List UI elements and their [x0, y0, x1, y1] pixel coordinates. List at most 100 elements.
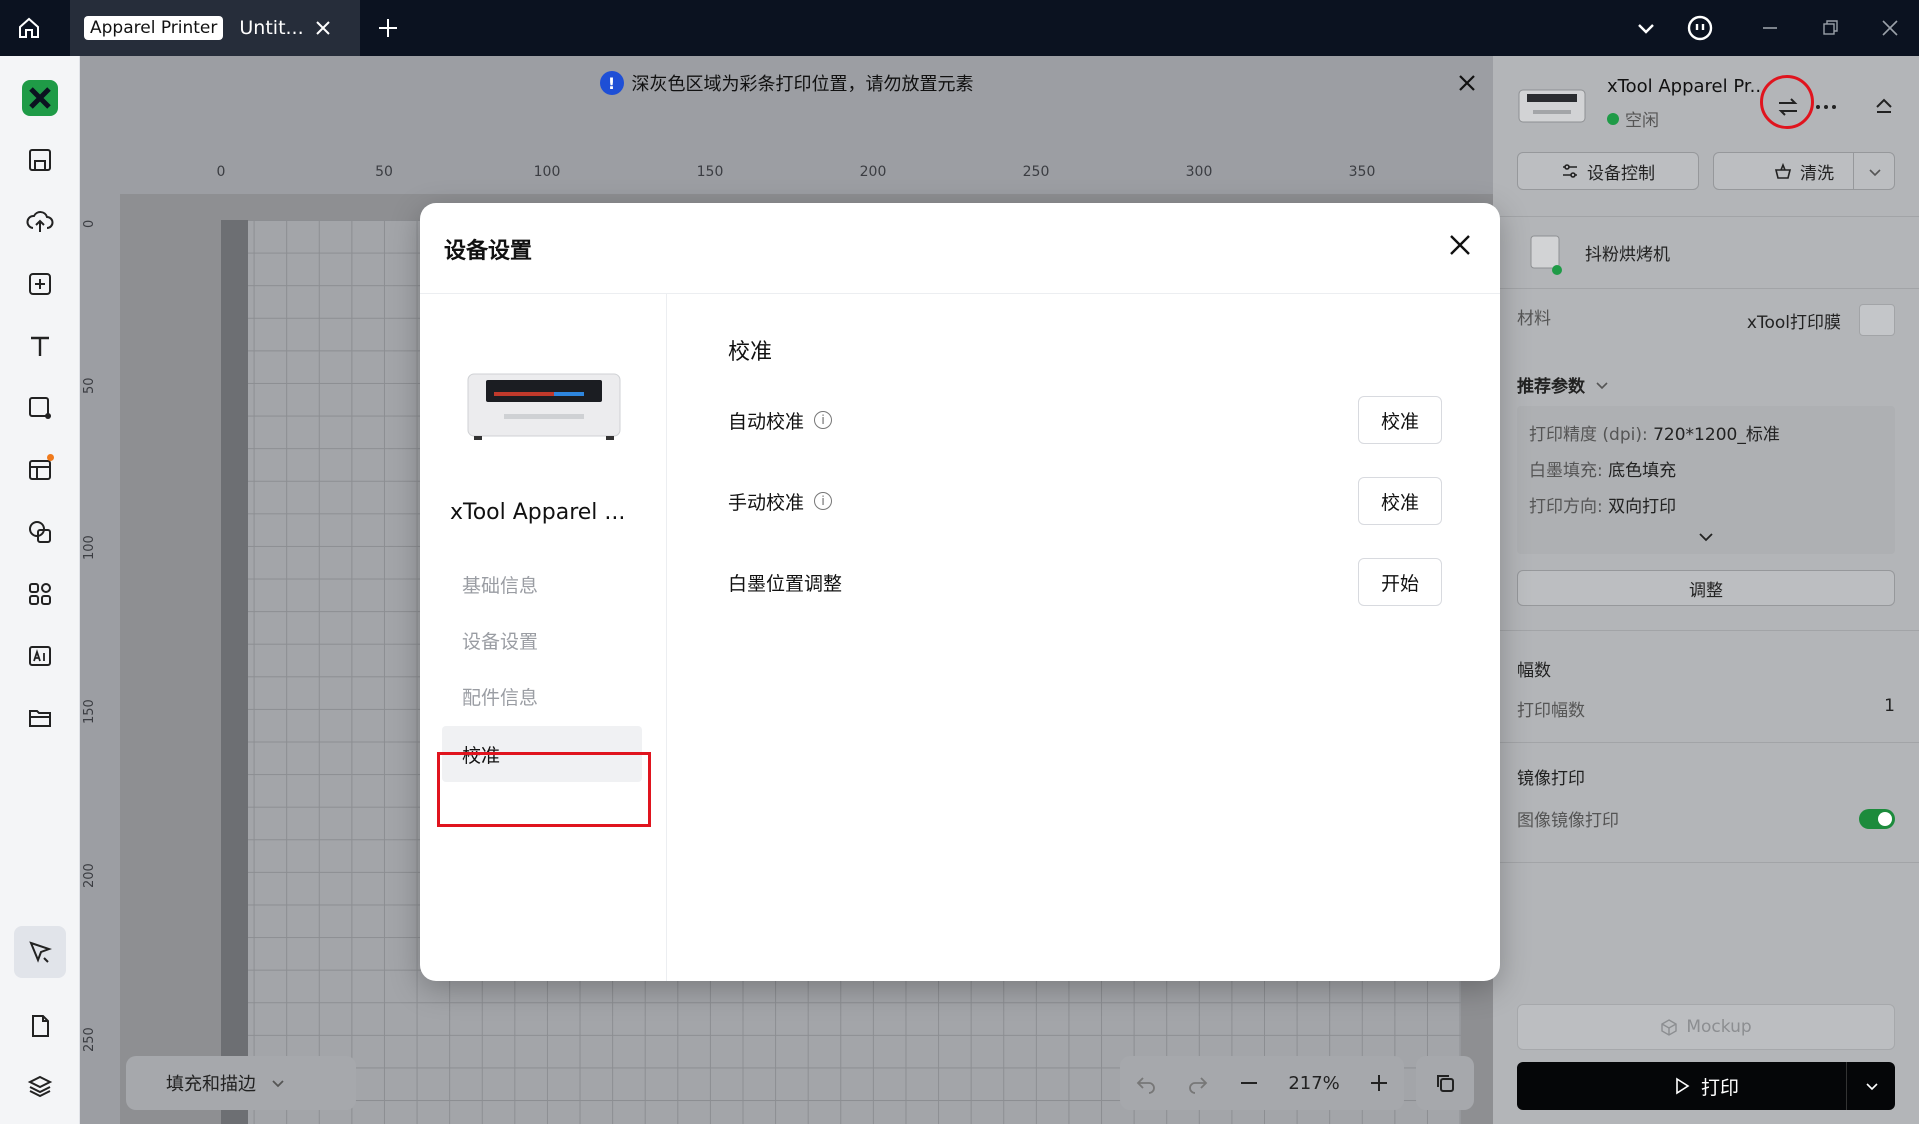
dialog-title: 设备设置 — [444, 239, 533, 264]
close-window-button[interactable] — [1876, 14, 1904, 42]
info-icon[interactable]: i — [814, 411, 833, 429]
face-icon — [1687, 15, 1713, 41]
cube-icon — [1661, 1019, 1678, 1036]
ai-tool-button[interactable] — [20, 636, 60, 676]
ruler-label: 0 — [216, 164, 226, 180]
ruler-label: 200 — [82, 863, 97, 888]
divider — [1493, 630, 1919, 631]
row-label-group: 自动校准 i — [728, 407, 833, 434]
clean-button[interactable]: 清洗 — [1713, 152, 1895, 190]
mockup-button[interactable]: Mockup — [1517, 1004, 1895, 1050]
recommend-params-toggle[interactable]: 推荐参数 — [1517, 372, 1609, 397]
copies-row[interactable]: 打印幅数 1 — [1517, 696, 1895, 721]
printer-image-icon — [467, 373, 621, 440]
divider — [1493, 288, 1919, 289]
divider — [1493, 742, 1919, 743]
auto-calibration-row: 自动校准 i 校准 — [728, 396, 1442, 444]
close-dialog-icon[interactable] — [1446, 231, 1474, 259]
close-tab-icon[interactable] — [312, 17, 334, 39]
folder-button[interactable] — [20, 698, 60, 738]
select-tool-button[interactable] — [14, 926, 66, 978]
zoom-in-icon[interactable] — [1368, 1072, 1390, 1094]
sliders-icon — [1563, 164, 1577, 178]
chevron-down-icon[interactable] — [1868, 165, 1882, 179]
new-tab-icon[interactable] — [376, 16, 400, 40]
save-button[interactable] — [20, 140, 60, 180]
chevron-down-icon[interactable] — [1865, 1079, 1879, 1093]
redo-icon[interactable] — [1186, 1071, 1210, 1095]
notice-bar: ! 深灰色区域为彩条打印位置，请勿放置元素 — [80, 56, 1493, 110]
close-notice-icon[interactable] — [1455, 71, 1479, 95]
maximize-button[interactable] — [1816, 14, 1844, 42]
nav-basic-info[interactable]: 基础信息 — [442, 556, 642, 612]
minimize-icon — [1763, 27, 1777, 29]
zoom-level: 217% — [1288, 1072, 1340, 1094]
alert-icon: ! — [599, 71, 624, 95]
text-tool-button[interactable] — [20, 326, 60, 366]
expand-params-icon[interactable] — [1697, 528, 1715, 546]
highlight-circle — [1760, 75, 1814, 129]
mirror-toggle[interactable] — [1859, 808, 1895, 829]
copies-value[interactable]: 1 — [1884, 696, 1895, 721]
ruler-label: 150 — [82, 699, 97, 724]
app-logo[interactable] — [22, 80, 58, 116]
restore-icon — [1823, 20, 1838, 35]
feedback-button[interactable] — [1686, 14, 1714, 42]
apps-button[interactable] — [20, 574, 60, 614]
shape-tool-button[interactable] — [20, 388, 60, 428]
minimize-button[interactable] — [1756, 14, 1784, 42]
material-swatch — [1859, 304, 1895, 336]
home-icon — [19, 17, 39, 38]
nav-device-settings[interactable]: 设备设置 — [442, 612, 642, 668]
tabs-dropdown-button[interactable] — [1632, 14, 1660, 42]
right-panel: xTool Apparel Pr... 空闲 设备控制 清洗 抖粉烘烤机 材料 … — [1493, 56, 1919, 1124]
file-icon — [32, 1015, 49, 1037]
shape-icon — [29, 397, 51, 419]
close-icon — [1882, 20, 1898, 36]
left-toolbar — [0, 56, 80, 1124]
param-value: 底色填充 — [1608, 461, 1677, 481]
collapse-icon[interactable] — [1873, 94, 1895, 116]
add-element-button[interactable] — [20, 264, 60, 304]
white-ink-start-button[interactable]: 开始 — [1358, 558, 1442, 606]
home-button[interactable] — [0, 0, 58, 56]
device-control-button[interactable]: 设备控制 — [1517, 152, 1699, 190]
layers-button[interactable] — [20, 1066, 60, 1106]
more-icon[interactable] — [1813, 94, 1839, 120]
ai-image-icon — [29, 646, 51, 666]
page-button[interactable] — [20, 1006, 60, 1046]
adjust-button[interactable]: 调整 — [1517, 570, 1895, 606]
material-select[interactable]: xTool打印膜 — [1747, 304, 1895, 336]
mirror-label: 图像镜像打印 — [1517, 811, 1619, 831]
material-row[interactable]: 材料 xTool打印膜 — [1517, 304, 1895, 336]
accessory-name: 抖粉烘烤机 — [1585, 245, 1670, 265]
add-square-icon — [29, 273, 51, 295]
template-button[interactable] — [20, 450, 60, 490]
row-label: 白墨位置调整 — [728, 572, 843, 595]
upload-button[interactable] — [20, 202, 60, 242]
manual-calibrate-button[interactable]: 校准 — [1358, 477, 1442, 525]
info-icon[interactable]: i — [814, 492, 833, 510]
layers-copy-button[interactable] — [20, 512, 60, 552]
device-control-label: 设备控制 — [1587, 163, 1655, 184]
highlight-box — [437, 752, 651, 827]
recommend-label: 推荐参数 — [1517, 377, 1585, 397]
vertical-ruler: 0 50 100 150 200 250 — [80, 194, 120, 1124]
param-key: 白墨填充: — [1529, 461, 1603, 481]
settings-nav: xTool Apparel ... 基础信息 设备设置 配件信息 校准 — [420, 294, 667, 981]
clean-basket-icon — [1774, 162, 1792, 179]
print-button[interactable]: 打印 — [1517, 1062, 1895, 1110]
save-icon — [29, 149, 51, 171]
status-text: 空闲 — [1625, 111, 1659, 131]
auto-calibrate-button[interactable]: 校准 — [1358, 396, 1442, 444]
chevron-down-icon — [1638, 24, 1654, 34]
nav-accessory-info[interactable]: 配件信息 — [442, 668, 642, 724]
divider — [1493, 862, 1919, 863]
mockup-label: Mockup — [1686, 1017, 1752, 1037]
document-tab[interactable]: Apparel Printer Untit... — [70, 0, 360, 56]
copy-button[interactable] — [1416, 1056, 1474, 1110]
undo-icon[interactable] — [1134, 1071, 1158, 1095]
zoom-out-icon[interactable] — [1238, 1072, 1260, 1094]
fill-mode-select[interactable]: 填充和描边 — [126, 1056, 356, 1110]
ruler-label: 150 — [696, 164, 724, 180]
